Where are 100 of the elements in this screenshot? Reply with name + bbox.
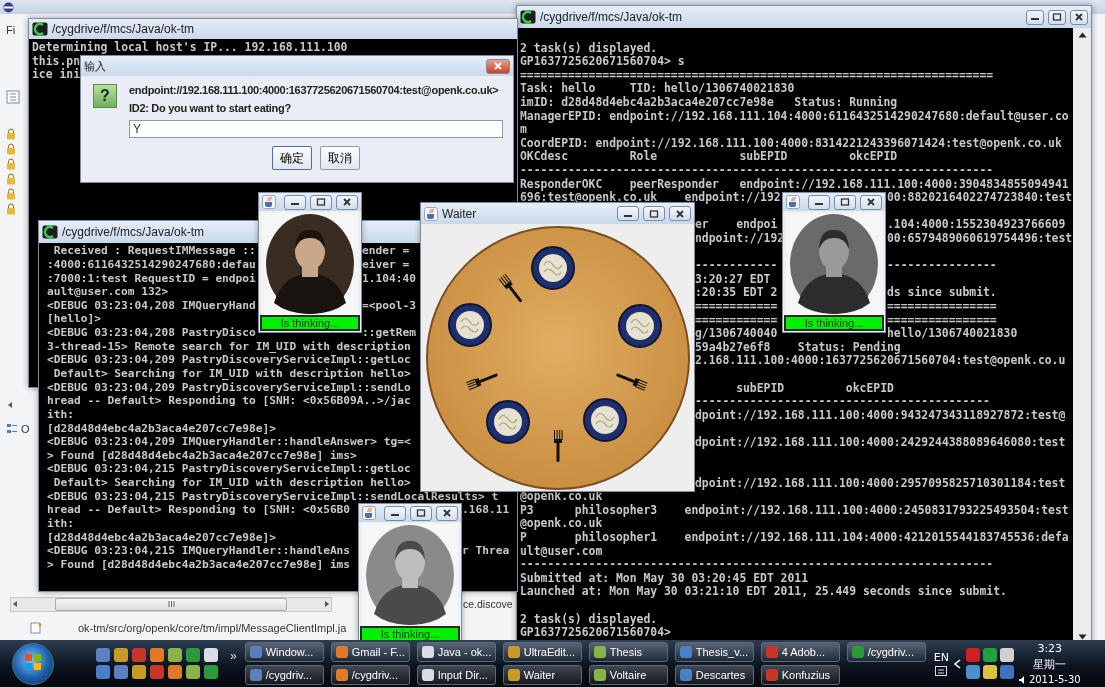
close-button[interactable]: [860, 194, 882, 210]
terminal-text: :20:35 EDT 2: [695, 287, 778, 299]
taskbar-button[interactable]: Java - ok...: [416, 642, 496, 662]
maximize-button[interactable]: [1048, 9, 1066, 25]
close-icon: [493, 62, 503, 70]
language-indicator[interactable]: EN: [933, 651, 949, 664]
close-button[interactable]: [436, 505, 458, 521]
terminal-text: ============: [695, 314, 778, 326]
scroll-left-icon[interactable]: [11, 600, 19, 608]
maximize-icon: [1052, 13, 1062, 21]
taskbar-button[interactable]: UltraEdit...: [502, 642, 582, 662]
coffee-cup-icon: [262, 195, 276, 209]
outline-icon[interactable]: [6, 423, 18, 435]
scroll-right-icon[interactable]: [323, 600, 331, 608]
horizontal-scrollbar[interactable]: [10, 596, 332, 612]
terminal-text: [hello]>: [47, 313, 101, 325]
dialog-button[interactable]: 取消: [320, 146, 360, 170]
terminal-text: 00:6579489060619754496:test: [887, 233, 1073, 245]
close-button[interactable]: [1070, 9, 1088, 25]
minimize-button[interactable]: [284, 194, 306, 210]
close-button[interactable]: [336, 194, 358, 210]
terminal-text: GP1637725620671560704>: [520, 627, 671, 639]
tray-icon[interactable]: [982, 648, 997, 662]
tray-icon[interactable]: [999, 648, 1014, 662]
taskbar-button[interactable]: Input Dir...: [416, 665, 496, 685]
terminal-text: <DEBUG 03:23:04,209 PastryDiscoveryServiceImpl::sendLo: [47, 381, 411, 393]
question-icon: ?: [93, 84, 117, 108]
terminal-text: Determining local host's IP... 192.168.111.100: [32, 42, 348, 54]
maximize-button[interactable]: [310, 194, 332, 210]
terminal-text: Launched at: Mon May 30 03:21:10 EDT 2011, 25.449 seconds since submit.: [520, 586, 1007, 598]
terminal-text: <DEBUG 03:23:04,215 PastryDiscoveryServiceImpl::sendLocalResults> t: [47, 490, 499, 502]
app-icon: [335, 646, 348, 658]
close-button[interactable]: [669, 206, 691, 221]
keyboard-icon[interactable]: [935, 666, 948, 676]
taskbar-button[interactable]: Konfuzius: [760, 665, 840, 685]
terminal-text: dpoint://192.168.111.100:4000:2957095825710301184:test: [695, 477, 1066, 490]
minimize-button[interactable]: [384, 505, 406, 521]
terminal-text: =====================================================================: [520, 69, 994, 82]
terminal-text: ith:: [47, 518, 74, 530]
taskbar-button[interactable]: Gmail - F...: [330, 642, 410, 662]
app-icon: [593, 669, 606, 681]
terminal-text: ================: [887, 314, 997, 326]
terminal-text: Received : RequestIMMessage ::: [52, 245, 256, 257]
windows-logo-icon: [24, 653, 42, 671]
terminal-text: P philosopher1 endpoint://192.168.111.104:4000:4212015544183745536:defa: [520, 532, 1069, 544]
minimize-button[interactable]: [808, 194, 830, 210]
taskbar-button[interactable]: /cygdriv...: [846, 642, 926, 662]
terminal-text: @openk.co.uk: [520, 518, 603, 530]
start-button[interactable]: [12, 642, 54, 685]
menu-item[interactable]: Fi: [6, 24, 16, 36]
window-title: /cygdrive/f/mcs/Java/ok-tm: [540, 10, 684, 24]
maximize-button[interactable]: [410, 505, 432, 521]
dialog-title: 输入: [84, 58, 107, 74]
file-icon: [30, 622, 42, 634]
dialog-button[interactable]: 确定: [272, 146, 312, 170]
minimize-button[interactable]: [1026, 9, 1044, 25]
scroll-left-icon[interactable]: [6, 401, 14, 409]
minimize-button[interactable]: [617, 206, 639, 221]
window-title: /cygdrive/f/mcs/Java/ok-tm: [52, 22, 196, 36]
scroll-up-icon[interactable]: [1077, 32, 1087, 38]
scrollbar-thumb[interactable]: [55, 597, 287, 611]
status-label: Is thinking...: [360, 626, 460, 640]
taskbar-button[interactable]: Voltaire: [588, 665, 668, 685]
terminal-icon: [42, 225, 58, 239]
lock-icon: [6, 188, 16, 200]
taskbar-button[interactable]: /cygdriv...: [244, 665, 324, 685]
taskbar-button[interactable]: Waiter: [502, 665, 582, 685]
terminal-text: 2 task(s) displayed.: [520, 613, 658, 626]
terminal-text: ----------------: [887, 260, 997, 272]
view-tab-label[interactable]: O: [21, 423, 30, 435]
terminal-text: Submitted at: Mon May 30 03:20:45 EDT 2011: [520, 572, 809, 585]
taskbar-button[interactable]: 4 Adob...: [760, 642, 840, 662]
clock-time: 3:23: [1037, 642, 1063, 655]
terminal-text: ---------------------------------------------------------------------: [520, 559, 994, 571]
terminal-text: <DEBUG 03:23:04,215 IMQueryHandler::handleAns: [47, 545, 351, 557]
app-icon: [507, 669, 520, 681]
taskbar-button[interactable]: Window...: [244, 642, 324, 662]
overflow-chevron[interactable]: »: [230, 648, 237, 663]
maximize-button[interactable]: [834, 194, 856, 210]
answer-field[interactable]: Y: [129, 120, 503, 138]
terminal-text: ith:: [47, 408, 74, 421]
vertical-scrollbar[interactable]: [1073, 28, 1091, 640]
taskbar-button[interactable]: Descartes: [674, 665, 754, 685]
terminal-text: <DEBUG 03:23:04,208 PastryDisco: [47, 327, 256, 339]
terminal-text: ds since submit.: [887, 287, 997, 299]
terminal-text: @openk.co.uk: [520, 491, 603, 503]
taskbar-button[interactable]: /cygdriv...: [330, 665, 410, 685]
app-icon: [765, 646, 778, 658]
taskbar-button[interactable]: Thesis_v...: [674, 642, 754, 662]
terminal-icon: [520, 10, 536, 24]
maximize-button[interactable]: [643, 206, 665, 221]
terminal-text: eiver =: [362, 258, 411, 271]
app-icon: [507, 646, 520, 658]
terminal-text: 3-thread-15> Remote search for IM_UID with description: [47, 340, 411, 352]
terminal-text: m: [520, 124, 527, 136]
speaker-icon[interactable]: [1018, 675, 1027, 684]
tray-icon[interactable]: [982, 665, 997, 679]
taskbar-button[interactable]: Thesis: [588, 642, 668, 662]
tray-icon[interactable]: [965, 665, 980, 679]
terminal-text: 1.104:40: [362, 272, 416, 284]
